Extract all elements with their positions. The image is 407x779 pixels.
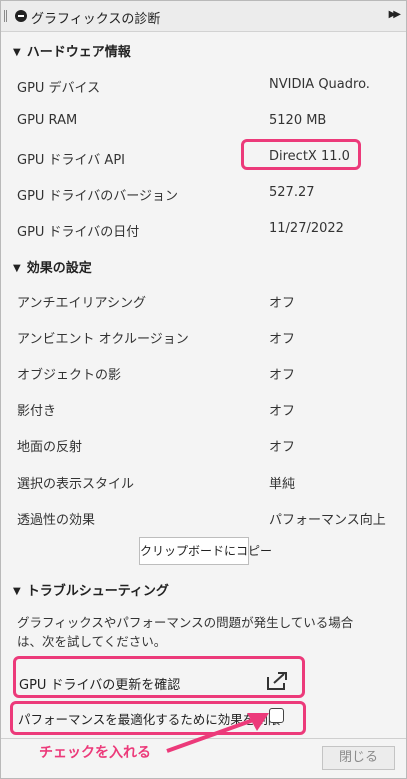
collapse-triangle-icon: ▼ — [13, 263, 21, 274]
fx-label-selection-style: 選択の表示スタイル — [17, 477, 135, 492]
expand-panel-button[interactable]: ▶▶ — [389, 9, 402, 20]
drag-grip-icon[interactable] — [4, 10, 7, 22]
fx-value-antialiasing: オフ — [269, 296, 296, 311]
section-title: トラブルシューティング — [26, 584, 169, 599]
check-driver-update-link[interactable]: GPU ドライバの更新を確認 — [19, 674, 180, 693]
hw-label-driver-version: GPU ドライバのバージョン — [17, 189, 179, 204]
hw-value-gpu-ram: 5120 MB — [269, 113, 327, 128]
fx-label-shading: 影付き — [17, 404, 57, 419]
fx-value-shading: オフ — [269, 404, 296, 419]
fx-value-object-shadows: オフ — [269, 368, 296, 383]
collapse-triangle-icon: ▼ — [13, 47, 21, 58]
section-header-effects[interactable]: ▼ 効果の設定 — [13, 257, 92, 276]
fx-value-ground-reflection: オフ — [269, 440, 296, 455]
section-header-hardware[interactable]: ▼ ハードウェア情報 — [13, 41, 131, 60]
window-title: グラフィックスの診断 — [31, 12, 161, 27]
fx-label-ambient-occlusion: アンビエント オクルージョン — [17, 332, 189, 347]
collapse-triangle-icon: ▼ — [13, 586, 21, 597]
fx-label-transparency: 透過性の効果 — [17, 513, 96, 528]
troubleshooting-description: グラフィックスやパフォーマンスの問題が発生している場合は、次を試してください。 — [17, 615, 354, 649]
hw-label-driver-api: GPU ドライバ API — [17, 153, 125, 168]
minus-circle-icon[interactable] — [15, 10, 27, 22]
fx-value-transparency: パフォーマンス向上 — [269, 513, 386, 528]
hw-label-driver-date: GPU ドライバの日付 — [17, 225, 140, 240]
section-title: ハードウェア情報 — [26, 45, 131, 60]
hw-value-driver-api: DirectX 11.0 — [269, 149, 350, 164]
hw-value-gpu-device: NVIDIA Quadro... — [269, 77, 369, 92]
external-link-icon[interactable] — [266, 671, 288, 691]
fx-label-antialiasing: アンチエイリアシング — [17, 296, 146, 311]
hw-value-driver-date: 11/27/2022 — [269, 221, 344, 236]
annotation-arrow-icon — [166, 713, 269, 753]
copy-to-clipboard-button[interactable]: クリップボードにコピー — [139, 537, 272, 565]
section-header-troubleshooting[interactable]: ▼ トラブルシューティング — [13, 580, 169, 599]
hw-label-gpu-device: GPU デバイス — [17, 81, 101, 96]
graphics-diagnostics-panel: グラフィックスの診断 ▶▶ ▼ ハードウェア情報 GPU デバイス NVIDIA … — [0, 0, 407, 779]
annotation-text: チェックを入れる — [39, 745, 151, 761]
title-bar[interactable]: グラフィックスの診断 ▶▶ — [1, 1, 406, 32]
fx-value-ambient-occlusion: オフ — [269, 332, 296, 347]
fx-label-ground-reflection: 地面の反射 — [17, 440, 83, 455]
fx-value-selection-style: 単純 — [269, 477, 296, 492]
fx-label-object-shadows: オブジェクトの影 — [17, 368, 122, 383]
section-title: 効果の設定 — [26, 261, 92, 276]
hw-value-driver-version: 527.27 — [269, 185, 315, 200]
close-button[interactable]: 閉じる — [322, 746, 395, 770]
hw-label-gpu-ram: GPU RAM — [17, 113, 78, 128]
